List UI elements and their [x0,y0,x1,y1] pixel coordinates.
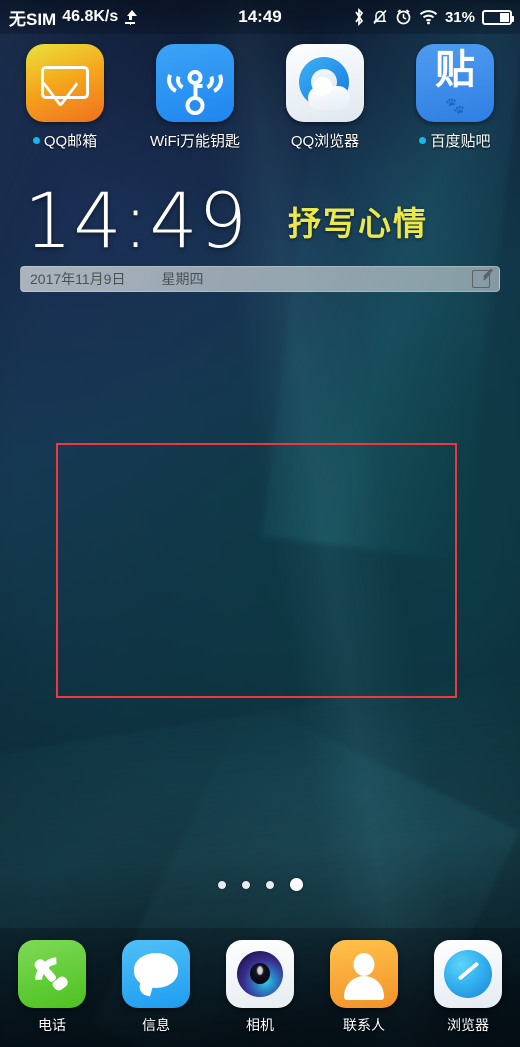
qq-mail-icon[interactable] [26,44,104,122]
tieba-character-glyph: 贴 [435,47,475,93]
dock-app-browser[interactable]: 浏览器 [416,940,520,1035]
person-head-glyph [353,953,375,976]
notification-dot-badge [32,137,40,144]
app-baidu-tieba[interactable]: 贴 🐾 百度贴吧 [390,44,520,151]
upload-arrow-icon [124,10,138,24]
cloud-glyph [308,77,350,110]
message-icon[interactable] [122,940,190,1008]
baidu-tieba-icon[interactable]: 贴 🐾 [416,44,494,122]
data-rate-label: 46.8K/s [62,8,119,25]
widget-date-label: 2017年11月9日 [30,271,126,288]
status-bar-left: 无SIM 46.8K/s [0,5,138,30]
app-label: QQ邮箱 [43,133,98,150]
dock-label: 信息 [142,1017,170,1033]
alarm-clock-icon [396,9,411,25]
app-label-wrap: QQ浏览器 [291,130,359,151]
wifi-icon [419,10,438,25]
clock-widget-top-row: 14:49 抒写心情 [0,182,520,258]
app-qq-browser[interactable]: QQ浏览器 [260,44,390,151]
selection-rectangle[interactable] [56,443,457,698]
app-label-wrap: 百度贴吧 [419,130,491,151]
edit-pencil-icon[interactable] [472,270,490,289]
person-body-glyph [344,976,384,1000]
paw-print-glyph: 🐾 [445,98,465,115]
phone-icon[interactable] [18,940,86,1008]
clock-widget[interactable]: 14:49 抒写心情 2017年11月9日 星期四 [0,182,520,293]
speech-bubble-glyph [134,953,178,988]
qq-browser-icon[interactable] [286,44,364,122]
dock-label: 浏览器 [447,1017,489,1033]
dock-label: 联系人 [343,1017,385,1033]
app-label: WiFi万能钥匙 [150,133,240,150]
battery-percent-label: 31% [444,8,475,26]
app-grid: QQ邮箱 WiFi万能钥匙 QQ浏览器 贴 🐾 百度贴吧 [0,44,520,151]
mute-bell-icon [373,9,387,25]
camera-icon[interactable] [226,940,294,1008]
key-glyph [185,70,205,115]
wifi-key-icon[interactable] [156,44,234,122]
dock-app-phone[interactable]: 电话 [0,940,104,1035]
dock-label: 相机 [246,1017,274,1033]
page-dot-active[interactable] [289,878,303,891]
bluetooth-icon [355,8,364,26]
app-label-wrap: QQ邮箱 [32,130,98,151]
contacts-icon[interactable] [330,940,398,1008]
status-bar-right: 31% [353,8,520,26]
browser-compass-icon[interactable] [434,940,502,1008]
status-bar[interactable]: 无SIM 46.8K/s 14:49 31% [0,0,520,34]
home-screen: 无SIM 46.8K/s 14:49 31% QQ邮箱 WiFi万能钥匙 QQ浏… [0,0,520,1047]
dock-app-camera[interactable]: 相机 [208,940,312,1035]
dock-app-messages[interactable]: 信息 [104,940,208,1035]
app-wifi-key[interactable]: WiFi万能钥匙 [130,44,260,151]
widget-mood-text[interactable]: 抒写心情 [288,197,428,245]
dock-app-contacts[interactable]: 联系人 [312,940,416,1035]
widget-clock-time[interactable]: 14:49 [24,182,248,258]
envelope-glyph [41,66,89,99]
battery-icon [482,9,514,25]
dock-label: 电话 [38,1017,66,1033]
carrier-label: 无SIM [9,9,57,29]
compass-needle-glyph [457,961,480,981]
app-qq-mail[interactable]: QQ邮箱 [0,44,130,151]
page-dot[interactable] [217,880,226,889]
camera-lens-glyph [237,951,283,997]
app-label: 百度贴吧 [430,133,491,150]
widget-weekday-label: 星期四 [161,271,204,288]
widget-date-bar[interactable]: 2017年11月9日 星期四 [20,266,500,293]
page-indicator[interactable] [0,878,520,891]
page-dot[interactable] [241,880,250,889]
app-label-wrap: WiFi万能钥匙 [150,130,240,151]
dock: 电话 信息 相机 联系人 浏览器 [0,928,520,1047]
compass-dial-glyph [444,950,492,998]
notification-dot-badge [419,137,427,144]
page-dot[interactable] [265,880,274,889]
app-label: QQ浏览器 [290,133,360,150]
handset-glyph [32,957,70,993]
